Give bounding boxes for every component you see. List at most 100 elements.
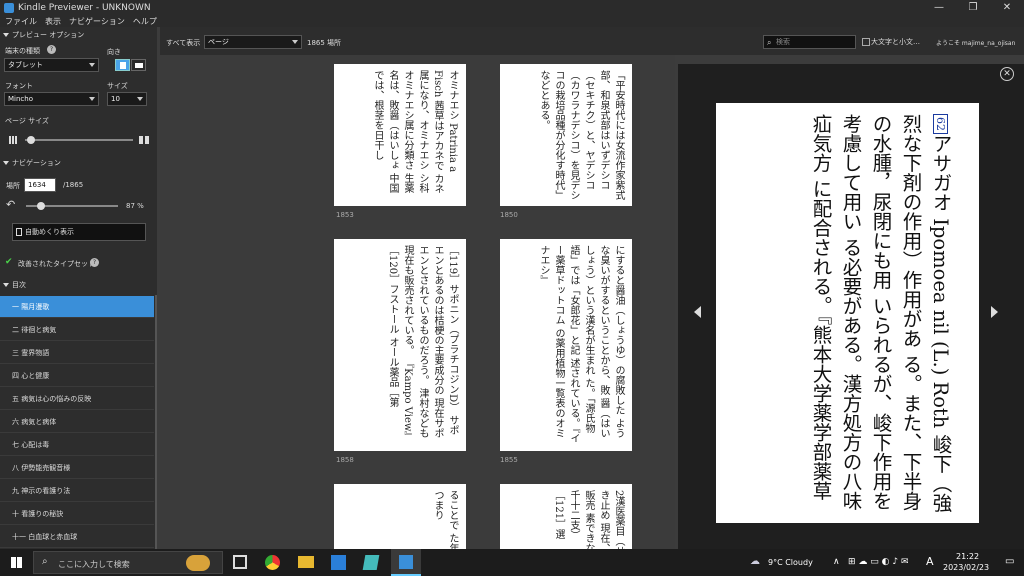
location-slider-handle[interactable]: [36, 202, 45, 210]
ime-indicator[interactable]: A: [926, 555, 934, 568]
toc-item[interactable]: 八 伊勢能売観音様: [0, 457, 154, 479]
cloud-icon: ☁: [750, 556, 760, 567]
page-thumbnail[interactable]: オミナエシ Patrinia a Fisch 茜草はアカネで カネ属になり、オミ…: [334, 64, 466, 206]
kindle-app-icon: [399, 555, 413, 569]
navigation-header[interactable]: ナビゲーション: [0, 157, 61, 169]
minimize-button[interactable]: —: [922, 0, 956, 16]
collapse-triangle-icon: [3, 283, 9, 287]
prev-page-icon[interactable]: [694, 306, 701, 318]
case-option-label[interactable]: 大文字と小文…: [871, 37, 920, 47]
page-thumbnail[interactable]: にすると醤油（しょうゆ）の腐敗した ような臭いがするということから、敗 醤（はい…: [500, 239, 632, 451]
toc-item[interactable]: 七 心配は毒: [0, 434, 154, 456]
location-total: /1865: [63, 181, 84, 189]
landscape-orientation-button[interactable]: [131, 59, 146, 71]
toc-item[interactable]: 三 霊界物語: [0, 342, 154, 364]
menu-file[interactable]: ファイル: [5, 16, 37, 27]
preview-options-label: プレビュー オプション: [12, 31, 85, 39]
view-select[interactable]: ページ: [204, 35, 302, 49]
page-thumbnail[interactable]: 「平安時代には女流作家紫式部、和泉式部はいずデシコ（セキチク）と、ヤデシコ（カワ…: [500, 64, 632, 206]
taskbar: ⌕ ここに入力して検索 ☁ 9°C Cloudy ∧ ⊞ ☁ ▭ ◐ ♪ ✉ A…: [0, 549, 1024, 576]
search-input[interactable]: ⌕ 検索: [763, 35, 856, 49]
grid-large-icon: [139, 136, 150, 144]
chrome-icon[interactable]: [265, 555, 280, 570]
page-text: 「平安時代には女流作家紫式部、和泉式部はいずデシコ（セキチク）と、ヤデシコ（カワ…: [538, 70, 624, 200]
device-type-label: 端末の種類: [5, 47, 40, 55]
font-label: フォント: [5, 82, 33, 90]
maximize-button[interactable]: ❐: [956, 0, 990, 16]
size-label: サイズ: [107, 82, 128, 90]
typeset-label: 改善されたタイプセット: [18, 260, 95, 268]
device-type-select[interactable]: タブレット: [4, 58, 99, 72]
chevron-down-icon: [137, 97, 143, 101]
footnote-marker[interactable]: 62: [933, 114, 948, 134]
file-explorer-icon[interactable]: [298, 556, 314, 568]
page-number: 1855: [500, 456, 518, 464]
top-toolbar: すべて表示 ページ 1865 場所 ⌕ 検索 大文字と小文… ようこそ maji…: [160, 27, 1024, 55]
clock-date[interactable]: 2023/02/23: [943, 563, 989, 572]
toc-item[interactable]: 九 神示の看護り法: [0, 480, 154, 502]
taskbar-search[interactable]: ⌕ ここに入力して検索: [33, 551, 223, 574]
chevron-down-icon: [292, 40, 298, 44]
page-thumbnail[interactable]: ［119］サポニン（プラチコジンD） サポエンとあるのは桔梗の主要成分の 現在サ…: [334, 239, 466, 451]
size-value: 10: [111, 95, 120, 103]
location-input[interactable]: 1634: [24, 178, 56, 192]
menu-bar: ファイル 表示 ナビゲーション ヘルプ: [0, 16, 1024, 27]
toc-item[interactable]: 四 心と健康: [0, 365, 154, 387]
toc-item[interactable]: 二 徘徊と病気: [0, 319, 154, 341]
store-icon[interactable]: [331, 555, 346, 570]
preview-page: 62アサガオ Ipomoea nil (L.) Roth 峻下（強烈な下剤の作用…: [716, 103, 979, 523]
toc-item[interactable]: 十一 白血球と赤血球: [0, 526, 154, 548]
tray-icons[interactable]: ⊞ ☁ ▭ ◐ ♪ ✉: [848, 557, 909, 567]
page-thumbnail[interactable]: ることで た年つまり: [334, 484, 466, 549]
help-icon[interactable]: ?: [90, 258, 99, 267]
page-size-label: ページ サイズ: [5, 117, 49, 125]
preview-options-header[interactable]: プレビュー オプション: [0, 29, 84, 41]
menu-view[interactable]: 表示: [45, 16, 61, 27]
toc-item[interactable]: 六 病気と病体: [0, 411, 154, 433]
page-size-slider-handle[interactable]: [27, 136, 35, 144]
sidebar-scrollbar[interactable]: [155, 295, 157, 549]
chevron-down-icon: [89, 63, 95, 67]
autoflip-label: 自動めくり表示: [25, 228, 74, 236]
portrait-icon: [119, 62, 126, 69]
autoflip-icon: [16, 228, 22, 236]
toc-item[interactable]: 十 看護りの秘訣: [0, 503, 154, 525]
check-icon: ✔: [5, 257, 13, 267]
locations-count: 1865 場所: [307, 39, 342, 47]
task-view-icon[interactable]: [233, 555, 247, 569]
menu-navigation[interactable]: ナビゲーション: [69, 16, 125, 27]
kindle-app-icon: [4, 3, 14, 13]
toc-item[interactable]: 一 陽月漫歌: [0, 296, 154, 318]
search-placeholder: 検索: [776, 38, 790, 46]
toc-header[interactable]: 目次: [0, 279, 26, 291]
font-select[interactable]: Mincho: [4, 92, 99, 106]
device-type-value: タブレット: [8, 61, 43, 69]
view-label: すべて表示: [166, 39, 201, 47]
toc-item[interactable]: 五 病気は心の悩みの反映: [0, 388, 154, 410]
back-arrow-icon[interactable]: ↶: [6, 198, 15, 211]
notification-icon[interactable]: ▭: [1005, 556, 1014, 567]
portrait-orientation-button[interactable]: [115, 59, 130, 71]
page-text: オミナエシ Patrinia a Fisch 茜草はアカネで カネ属になり、オミ…: [372, 70, 458, 194]
preview-text: 62アサガオ Ipomoea nil (L.) Roth 峻下（強烈な下剤の作用…: [805, 114, 955, 514]
notepad-icon[interactable]: [362, 555, 380, 570]
kindle-taskbar-button[interactable]: [391, 549, 421, 576]
landscape-icon: [134, 63, 143, 68]
windows-start-icon[interactable]: [11, 557, 22, 568]
page-number: 1858: [336, 456, 354, 464]
next-page-icon[interactable]: [991, 306, 998, 318]
page-size-slider[interactable]: [25, 139, 133, 141]
page-number: 1850: [500, 211, 518, 219]
menu-help[interactable]: ヘルプ: [133, 16, 157, 27]
clock-time[interactable]: 21:22: [956, 552, 979, 561]
close-window-button[interactable]: ✕: [990, 0, 1024, 16]
size-select[interactable]: 10: [107, 92, 147, 106]
page-thumbnail[interactable]: 2漢医薬目（せき止め 現在、販売 素できな 千十二支）［121］選: [500, 484, 632, 549]
help-icon[interactable]: ?: [47, 45, 56, 54]
autoflip-button[interactable]: 自動めくり表示: [12, 223, 146, 241]
weather-text[interactable]: 9°C Cloudy: [768, 558, 813, 567]
close-icon[interactable]: ✕: [1000, 67, 1014, 81]
chevron-up-icon[interactable]: ∧: [833, 557, 840, 567]
collapse-triangle-icon: [3, 161, 9, 165]
case-checkbox[interactable]: [862, 38, 870, 46]
